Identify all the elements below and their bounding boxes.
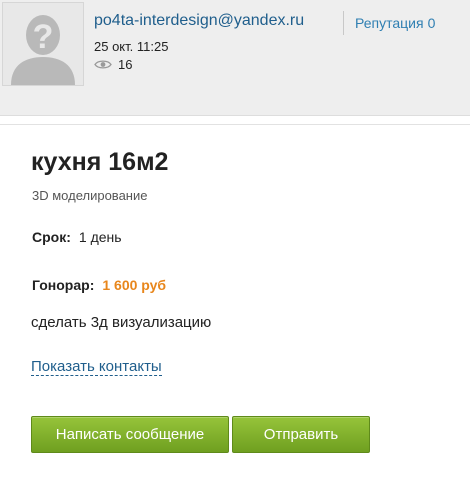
show-contacts-link[interactable]: Показать контакты [31, 358, 162, 376]
term-label: Срок: [32, 229, 71, 245]
fee-value: 1 600 руб [102, 277, 167, 293]
project-description: сделать 3д визуализацию [31, 314, 212, 331]
reputation-value: 0 [427, 15, 436, 31]
header-divider [343, 11, 344, 35]
reputation-label: Репутация [355, 15, 424, 31]
views-count: 16 [118, 57, 133, 72]
reputation-link[interactable]: Репутация 0 [355, 15, 435, 31]
project-card: кухня 16м2 3D моделирование Срок: 1 день … [0, 124, 470, 504]
avatar-placeholder-icon[interactable]: ? [2, 2, 84, 86]
project-title: кухня 16м2 [31, 148, 169, 176]
term-row: Срок: 1 день [32, 229, 122, 245]
author-header: ? po4ta-interdesign@yandex.ru Репутация 0… [0, 0, 470, 116]
project-category: 3D моделирование [32, 188, 148, 203]
eye-icon [94, 60, 112, 69]
write-message-button[interactable]: Написать сообщение [31, 416, 229, 453]
fee-label: Гонорар: [32, 277, 95, 293]
svg-text:?: ? [33, 18, 54, 56]
post-date: 25 окт. 11:25 [94, 39, 169, 54]
fee-row: Гонорар: 1 600 руб [32, 277, 166, 293]
author-name-link[interactable]: po4ta-interdesign@yandex.ru [94, 12, 304, 30]
views-count-row: 16 [94, 57, 132, 72]
send-button[interactable]: Отправить [232, 416, 370, 453]
term-value: 1 день [78, 229, 122, 245]
